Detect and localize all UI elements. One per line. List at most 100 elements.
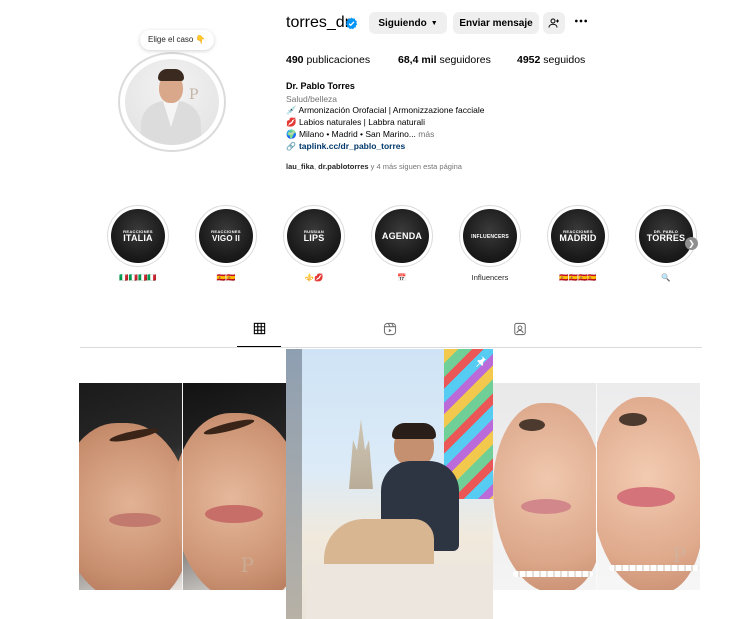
highlight-cover: RUSSIAN LIPS: [287, 209, 341, 263]
post-thumbnail-3[interactable]: P: [493, 383, 700, 590]
posts-label: publicaciones: [306, 54, 371, 66]
post-1-lips-right: [204, 505, 263, 523]
highlight-ring: REACCIONES MADRID: [547, 205, 609, 267]
chevron-right-icon[interactable]: ❯: [685, 237, 698, 250]
highlight-ring: REACCIONES VIGO II: [195, 205, 257, 267]
highlight-ring: REACCIONES ITALIA: [107, 205, 169, 267]
post-thumbnail-2[interactable]: [286, 349, 493, 619]
post-3-necklace-left: [513, 571, 593, 577]
post-3-lips-left: [521, 499, 571, 514]
tab-posts[interactable]: [237, 322, 281, 347]
post-1-after: P: [172, 383, 286, 590]
post-2-window-frame: [286, 349, 302, 619]
reels-icon: [383, 322, 397, 336]
profile-note[interactable]: Elige el caso 👇: [140, 30, 214, 50]
highlight-cover-title: LIPS: [303, 233, 325, 243]
highlight-label: Influencers: [471, 273, 509, 282]
highlight-item[interactable]: INFLUENCERS Influencers: [459, 205, 521, 283]
highlight-item[interactable]: REACCIONES ITALIA 🇮🇹🇮🇹🇮🇹🇮🇹: [107, 205, 169, 283]
avatar-ring: P: [118, 52, 226, 152]
tab-tagged[interactable]: [498, 322, 542, 347]
bio-line-3: 🌍 Milano • Madrid • San Marino... más: [286, 129, 434, 140]
followed-by-rest: y 4 más siguen esta página: [370, 162, 462, 171]
suggested-accounts-button[interactable]: [543, 12, 565, 34]
highlight-cover: INFLUENCERS: [463, 209, 517, 263]
highlight-label: 🇮🇹🇮🇹🇮🇹🇮🇹: [119, 273, 157, 282]
highlight-item[interactable]: REACCIONES VIGO II 🇪🇸🇪🇸: [195, 205, 257, 283]
post-3-watermark: P: [672, 543, 686, 567]
highlight-cover-text: REACCIONES VIGO II: [211, 229, 241, 243]
send-message-button[interactable]: Enviar mensaje: [453, 12, 539, 34]
post-3-face-left: [493, 403, 603, 590]
post-2-doctor-hair: [392, 423, 436, 439]
highlight-ring: INFLUENCERS: [459, 205, 521, 267]
stat-followers[interactable]: 68,4 mil seguidores: [398, 54, 491, 66]
highlight-ring: AGENDA: [371, 205, 433, 267]
post-1-lips-left: [109, 513, 161, 527]
post-3-eye-left: [519, 419, 545, 431]
highlight-cover-text: AGENDA: [381, 230, 423, 241]
following-button-label: Siguiendo: [378, 17, 427, 29]
bio-more-link[interactable]: más: [418, 129, 434, 139]
highlight-cover: REACCIONES VIGO II: [199, 209, 253, 263]
highlight-cover-title: AGENDA: [381, 230, 423, 241]
bio-full-name: Dr. Pablo Torres: [286, 81, 355, 91]
avatar-image: P: [125, 59, 219, 145]
highlight-label: 🇪🇸🇪🇸: [216, 273, 236, 282]
pinned-icon: [476, 356, 486, 367]
profile-avatar[interactable]: P: [118, 52, 228, 152]
highlight-label: ⚜️💋: [304, 273, 324, 282]
highlight-cover-title: VIGO II: [211, 234, 241, 243]
tabs-divider: [80, 347, 702, 348]
highlight-cover: REACCIONES ITALIA: [111, 209, 165, 263]
stat-posts: 490 publicaciones: [286, 54, 370, 66]
highlight-cover-title: INFLUENCERS: [471, 233, 509, 240]
more-options-icon[interactable]: [573, 13, 589, 33]
highlight-label: 🇪🇸🇪🇸🇪🇸🇪🇸: [559, 273, 597, 282]
profile-username: torres_dr: [286, 14, 351, 31]
highlight-cover-text: REACCIONES ITALIA: [123, 229, 153, 243]
post-2-bed: [306, 564, 493, 619]
highlight-cover-text: INFLUENCERS: [471, 231, 509, 242]
bio-external-link[interactable]: 🔗 taplink.cc/dr_pablo_torres: [286, 141, 405, 151]
post-3-lips-right: [616, 487, 675, 507]
following-label: seguidos: [543, 54, 586, 66]
highlight-cover-title: MADRID: [559, 233, 597, 243]
post-1-face-right: [172, 413, 286, 590]
bio-category: Salud/belleza: [286, 94, 338, 104]
followers-label: seguidores: [439, 54, 491, 66]
posts-count: 490: [286, 54, 304, 66]
bio-line-2: 💋 Labios naturales | Labbra naturali: [286, 117, 425, 127]
followed-by[interactable]: lau_fika, dr.pablotorres y 4 más siguen …: [286, 162, 462, 171]
avatar-hair: [158, 69, 184, 81]
send-message-label: Enviar mensaje: [459, 17, 533, 29]
link-icon: 🔗: [286, 142, 296, 151]
post-thumbnail-1[interactable]: P: [79, 383, 286, 590]
highlight-label: 🔍: [661, 273, 671, 282]
stat-following[interactable]: 4952 seguidos: [517, 54, 585, 66]
highlight-cover-title: ITALIA: [123, 233, 153, 243]
highlight-ring: DR. PABLO TORRES: [635, 205, 697, 267]
highlight-cover-text: DR. PABLO TORRES: [647, 229, 686, 243]
tab-reels[interactable]: [368, 322, 412, 347]
post-3-after: P: [590, 383, 700, 590]
highlight-item[interactable]: AGENDA 📅: [371, 205, 433, 283]
chevron-down-icon: ▼: [430, 19, 438, 27]
highlight-cover-text: REACCIONES MADRID: [559, 229, 596, 243]
following-button[interactable]: Siguiendo ▼: [369, 12, 447, 34]
followers-count: 68,4 mil: [398, 54, 437, 66]
highlight-cover: REACCIONES MADRID: [551, 209, 605, 263]
bio-line-1: 💉 Armonización Orofacial | Armonizzazion…: [286, 105, 485, 115]
highlight-item[interactable]: RUSSIAN LIPS ⚜️💋: [283, 205, 345, 283]
highlight-label: 📅: [397, 273, 407, 282]
followed-by-user-1: lau_fika: [286, 162, 314, 171]
avatar-monogram: P: [189, 87, 199, 103]
grid-icon: [253, 322, 265, 335]
highlight-item[interactable]: REACCIONES MADRID 🇪🇸🇪🇸🇪🇸🇪🇸: [547, 205, 609, 283]
highlight-cover-title: TORRES: [646, 233, 686, 243]
post-1-watermark: P: [240, 553, 254, 577]
bio-link-text: taplink.cc/dr_pablo_torres: [298, 141, 406, 151]
post-1-split-line: [182, 383, 183, 590]
highlight-cover: DR. PABLO TORRES: [639, 209, 693, 263]
highlight-cover: AGENDA: [375, 209, 429, 263]
